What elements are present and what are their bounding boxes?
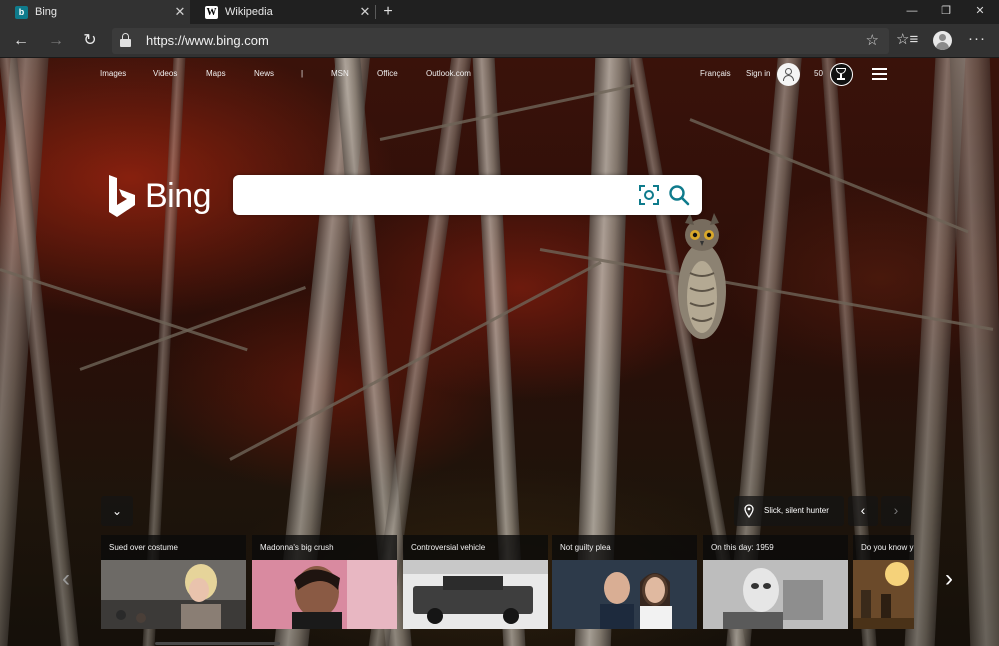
horizontal-scrollbar[interactable] [155,642,280,645]
rewards-points[interactable]: 50 [814,69,823,78]
card-thumbnail [252,560,397,629]
image-caption: Slick, silent hunter [764,506,829,515]
card-title: Madonna's big crush [260,543,334,552]
tab-strip: b Bing ✕ W Wikipedia ✕ + — ❐ ✕ [0,0,999,24]
restore-button[interactable]: ❐ [929,0,963,24]
card-title: Sued over costume [109,543,178,552]
forward-button[interactable]: → [45,30,67,52]
close-tab-icon[interactable]: ✕ [355,4,375,20]
browser-toolbar: ← → ↻ https://www.bing.com ☆ ☆≡ ··· [0,24,999,58]
nav-link-outlook[interactable]: Outlook.com [426,69,471,78]
nav-divider: | [301,69,304,78]
bing-favicon-icon: b [15,5,28,19]
news-card[interactable]: Do you know y [853,535,914,629]
new-tab-button[interactable]: + [378,0,398,24]
news-card[interactable]: Not guilty plea [552,535,697,629]
bing-logo[interactable]: Bing [107,175,212,217]
owl-image [678,213,726,339]
card-title: On this day: 1959 [711,543,774,552]
tab-title: Wikipedia [225,6,273,18]
collapse-feed-button[interactable]: ⌄ [101,496,133,526]
refresh-button[interactable]: ↻ [79,30,101,52]
bing-logo-icon [109,175,135,217]
card-thumbnail [552,560,697,629]
news-card[interactable]: On this day: 1959 [703,535,848,629]
more-menu-icon[interactable]: ··· [966,30,988,47]
profile-avatar-icon[interactable] [933,31,952,50]
carousel-prev-button[interactable]: ‹ [55,563,77,597]
nav-link-office[interactable]: Office [377,69,398,78]
hamburger-menu-icon[interactable] [872,68,887,80]
image-info-button[interactable]: Slick, silent hunter [734,496,844,526]
search-input[interactable] [245,184,625,206]
tab-divider [375,5,376,19]
visual-search-icon[interactable] [639,185,659,205]
favorites-list-icon[interactable]: ☆≡ [896,30,918,48]
nav-link-images[interactable]: Images [100,69,126,78]
card-thumbnail [101,560,246,629]
back-button[interactable]: ← [10,30,32,52]
bing-logo-text: Bing [145,176,212,215]
user-avatar-icon[interactable] [777,63,800,86]
location-pin-icon [744,504,754,518]
card-thumbnail [853,560,914,629]
language-link[interactable]: Français [700,69,731,78]
card-title: Do you know y [861,543,914,552]
bing-homepage: Images Videos Maps News | MSN Office Out… [0,58,999,646]
news-card[interactable]: Controversial vehicle [403,535,548,629]
card-title: Controversial vehicle [411,543,486,552]
search-box[interactable] [233,175,702,215]
carousel-next-button[interactable]: › [938,563,960,597]
url-text[interactable]: https://www.bing.com [146,33,269,48]
nav-link-maps[interactable]: Maps [206,69,226,78]
close-tab-icon[interactable]: ✕ [170,4,190,20]
window-close-button[interactable]: ✕ [963,0,997,24]
card-thumbnail [403,560,548,629]
favorite-star-icon[interactable]: ☆ [866,31,879,49]
nav-link-videos[interactable]: Videos [153,69,177,78]
news-card[interactable]: Sued over costume [101,535,246,629]
address-bar[interactable]: https://www.bing.com ☆ [112,28,889,54]
news-card[interactable]: Madonna's big crush [252,535,397,629]
minimize-button[interactable]: — [895,0,929,24]
wikipedia-favicon-icon: W [205,5,218,19]
previous-image-button[interactable]: ‹ [848,496,878,526]
tab-wikipedia[interactable]: W Wikipedia ✕ [190,0,375,24]
nav-link-news[interactable]: News [254,69,274,78]
search-icon[interactable] [668,184,690,206]
tab-bing[interactable]: b Bing ✕ [0,0,190,24]
nav-link-msn[interactable]: MSN [331,69,349,78]
sign-in-link[interactable]: Sign in [746,69,770,78]
rewards-trophy-icon[interactable] [830,63,853,86]
card-thumbnail [703,560,848,629]
next-image-button[interactable]: › [881,496,911,526]
lock-icon[interactable] [120,33,131,47]
card-title: Not guilty plea [560,543,611,552]
tab-title: Bing [35,6,58,18]
